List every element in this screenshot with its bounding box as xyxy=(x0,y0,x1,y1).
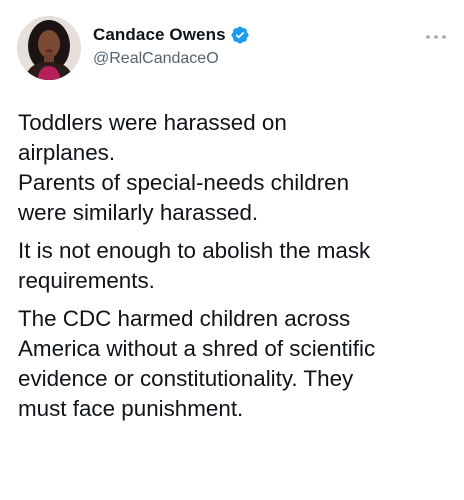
avatar-photo-icon xyxy=(17,16,81,80)
tweet-header: Candace Owens @RealCandaceO xyxy=(17,16,447,80)
more-options-button[interactable] xyxy=(425,28,447,39)
tweet-paragraph: Toddlers were harassed on airplanes. Par… xyxy=(18,110,350,225)
tweet-card: Candace Owens @RealCandaceO Toddlers wer… xyxy=(0,0,464,500)
display-name[interactable]: Candace Owens xyxy=(93,25,226,45)
tweet-text: Toddlers were harassed on airplanes. Par… xyxy=(18,108,448,424)
ellipsis-icon xyxy=(426,35,446,39)
verified-badge-icon xyxy=(230,25,250,45)
tweet-paragraph: The CDC harmed children across America w… xyxy=(18,306,376,421)
name-row: Candace Owens xyxy=(93,25,250,45)
handle[interactable]: @RealCandaceO xyxy=(93,50,219,68)
tweet-paragraph: It is not enough to abolish the mask req… xyxy=(18,238,371,293)
avatar[interactable] xyxy=(17,16,81,80)
